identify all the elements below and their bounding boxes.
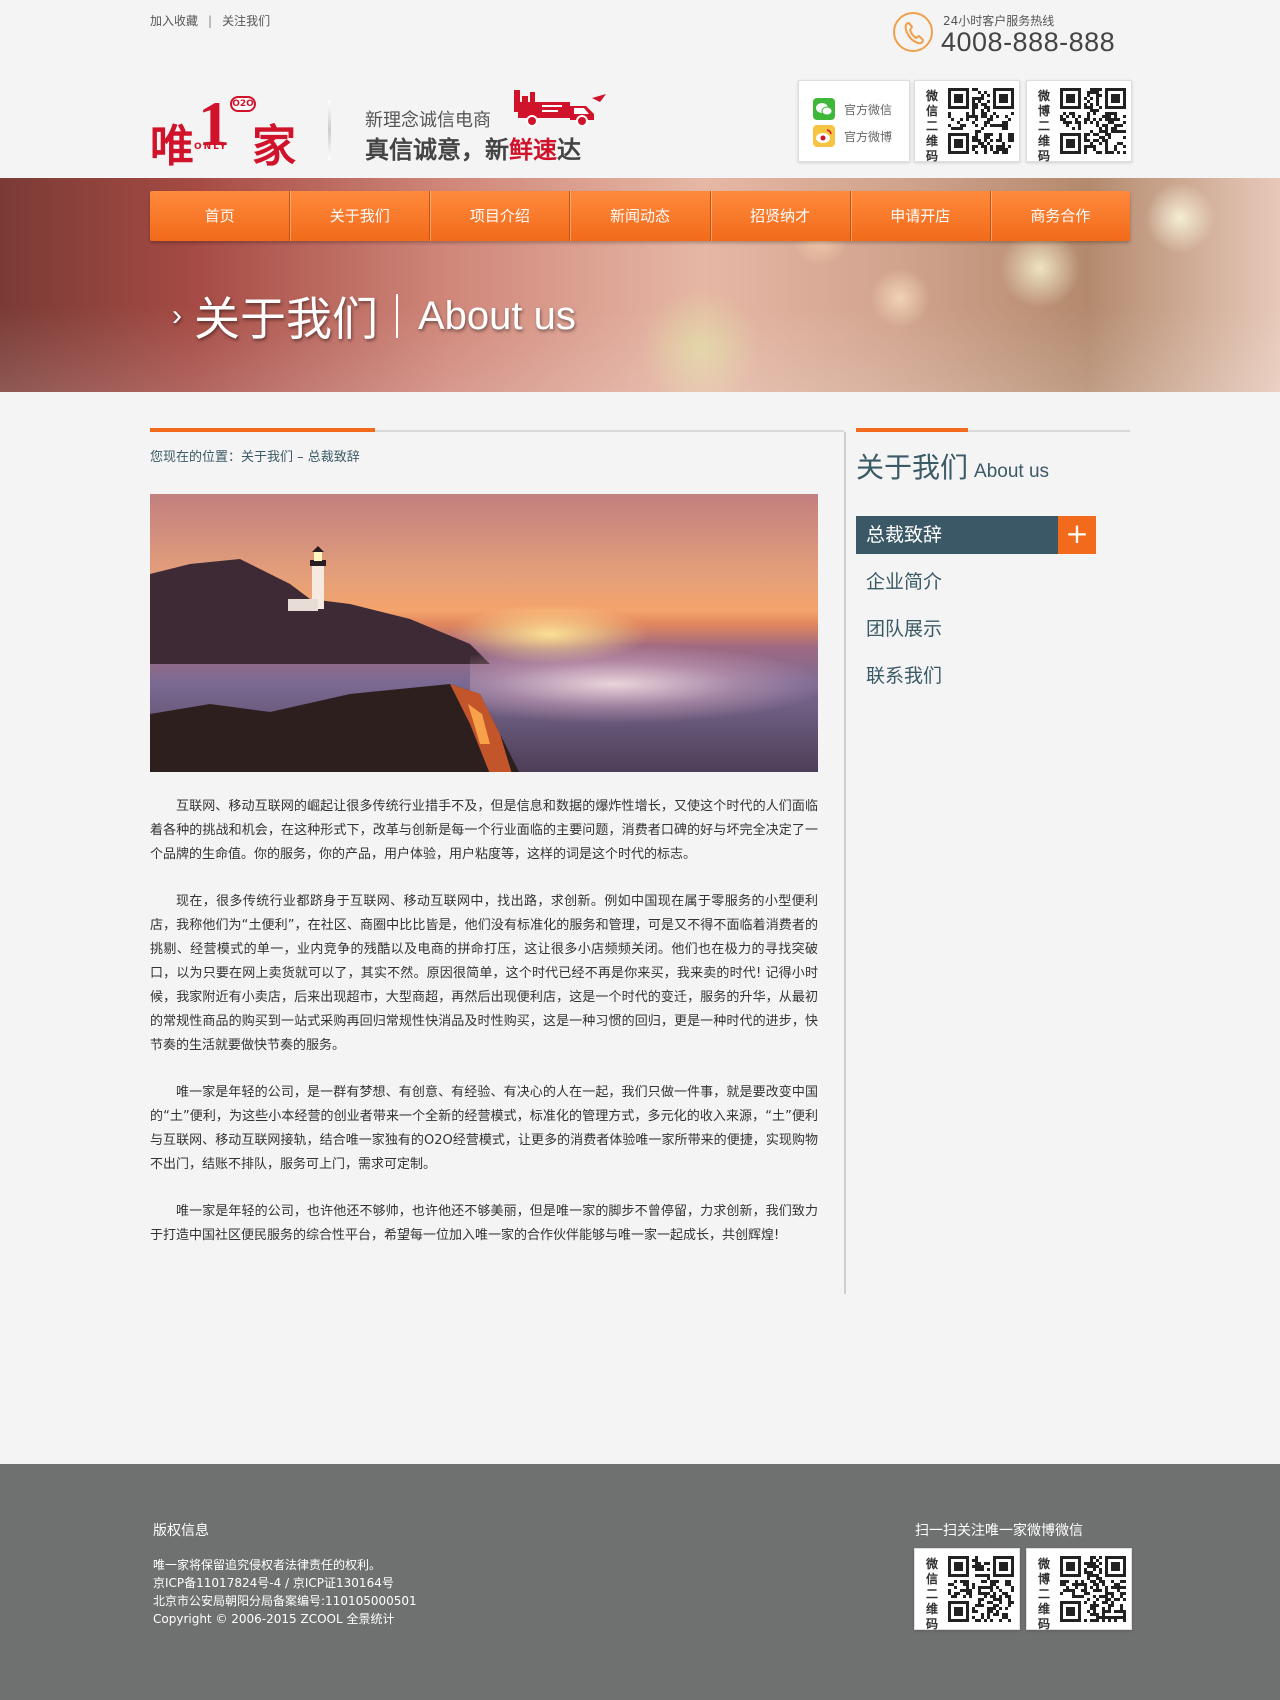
chevron-right-icon: › [172,299,182,332]
official-social-box: 官方微信 官方微博 [798,80,910,162]
nav-item-about[interactable]: 关于我们 [290,191,431,241]
sidebar-item-ceo-message[interactable]: 总裁致辞 + [856,516,1096,554]
header-weibo-qr-label: 微博二维码 [1037,89,1050,163]
article-paragraph: 互联网、移动互联网的崛起让很多传统行业措手不及，但是信息和数据的爆炸性增长，又使… [150,799,818,862]
logo-only-text: ONLY [194,142,229,152]
breadcrumb-dash: – [293,450,308,465]
logo-char-jia: 家 [252,121,296,172]
official-wechat-label: 官方微信 [844,102,893,117]
article-paragraph: 唯一家是年轻的公司，是一群有梦想、有创意、有经验、有决心的人在一起，我们只做一件… [150,1085,818,1172]
footer-wechat-qr-label: 微信二维码 [925,1557,938,1631]
banner-title: › 关于我们 About us [172,283,576,349]
nav-item-home[interactable]: 首页 [150,191,291,241]
add-favorite-link[interactable]: 加入收藏 [150,14,198,28]
nav-item-news[interactable]: 新闻动态 [570,191,711,241]
hotline-number: 4008-888-888 [941,27,1116,57]
article-body: 互联网、移动互联网的崛起让很多传统行业措手不及，但是信息和数据的爆炸性增长，又使… [150,795,818,1271]
top-links: 加入收藏 | 关注我们 [150,12,270,29]
slogan-main-suffix: 达 [557,136,581,164]
column-divider [844,432,846,1294]
article-paragraph: 现在，很多传统行业都跻身于互联网、移动互联网中，找出路，求创新。例如中国现在属于… [150,894,818,1053]
lighthouse-sunset-image [150,494,818,772]
sidebar-title-en: About us [974,461,1050,482]
footer-line: Copyright © 2006-2015 ZCOOL 全景统计 [153,1612,395,1626]
article-paragraph: 唯一家是年轻的公司，也许他还不够帅，也许他还不够美丽，但是唯一家的脚步不曾停留，… [150,1204,818,1243]
banner-title-en: About us [418,293,576,338]
slogan-main-prefix: 真信诚意，新 [365,136,509,164]
service-hotline: 24小时客户服务热线 4008-888-888 [893,12,1133,58]
sidebar-item-label: 企业简介 [866,571,943,593]
footer-weibo-qr-label: 微博二维码 [1037,1557,1050,1631]
breadcrumb-current-page: 总裁致辞 [307,450,360,465]
footer-weibo-qr-card: 微博二维码 [1026,1548,1132,1631]
footer-copyright-title: 版权信息 [153,1523,209,1539]
sidebar-top-rule [856,428,1130,432]
footer-copyright-lines: 唯一家将保留追究侵权者法律责任的权利。 京ICP备11017824号-4 / 京… [153,1556,417,1628]
sidebar-item-label: 总裁致辞 [866,524,943,546]
main-top-rule-accent [150,428,375,432]
qr-code-icon [948,1556,1014,1622]
footer-line: 唯一家将保留追究侵权者法律责任的权利。 [153,1558,382,1572]
official-wechat-link[interactable]: 官方微信 [813,98,892,120]
slogan-main-highlight: 鲜速 [509,136,557,164]
official-weibo-label: 官方微博 [844,129,893,144]
main-top-rule [150,428,844,432]
sidebar-item-contact[interactable]: 联系我们 [856,657,1096,695]
sidebar-title: 关于我们 About us [856,446,1049,486]
plus-icon[interactable]: + [1058,516,1096,554]
sidebar-item-company-profile[interactable]: 企业简介 [856,563,1096,601]
breadcrumb: 您现在的位置：关于我们 – 总裁致辞 [150,446,360,465]
sidebar-title-cn: 关于我们 [856,451,969,484]
sidebar-top-rule-accent [856,428,968,432]
site-logo[interactable]: 唯 1 O2O ONLY 家 [150,92,310,173]
phone-icon [893,12,933,52]
nav-item-cooperation[interactable]: 商务合作 [991,191,1130,241]
breadcrumb-section-link[interactable]: 关于我们 [241,450,293,465]
truck-icon [508,88,608,130]
main-navigation: 首页 关于我们 项目介绍 新闻动态 招贤纳才 申请开店 商务合作 [150,191,1130,241]
nav-item-careers[interactable]: 招贤纳才 [711,191,851,241]
footer-line: 北京市公安局朝阳分局备案编号:110105000501 [153,1594,417,1608]
footer-line: 京ICP备11017824号-4 / 京ICP证130164号 [153,1576,394,1590]
banner-title-divider [396,294,398,338]
weibo-icon [813,125,835,147]
header-wechat-qr-label: 微信二维码 [925,89,938,163]
banner-title-cn: 关于我们 [194,292,378,346]
footer-wechat-qr-card: 微信二维码 [914,1548,1020,1631]
slogan-subtitle: 新理念诚信电商 [365,110,491,131]
sidebar-item-team[interactable]: 团队展示 [856,610,1096,648]
sidebar-item-label: 联系我们 [866,665,943,687]
qr-code-icon [1060,88,1126,154]
site-footer: 版权信息 唯一家将保留追究侵权者法律责任的权利。 京ICP备11017824号-… [0,1464,1280,1700]
sidebar-menu: 总裁致辞 + 企业简介 团队展示 联系我们 [856,516,1096,704]
footer-scan-text: 扫一扫关注唯一家微博微信 [915,1523,1083,1539]
logo-divider [328,100,331,160]
follow-us-link[interactable]: 关注我们 [222,14,270,28]
top-links-separator: | [208,14,213,28]
breadcrumb-prefix: 您现在的位置： [150,450,242,465]
header-wechat-qr-card: 微信二维码 [914,80,1020,163]
wechat-icon [813,98,835,120]
official-weibo-link[interactable]: 官方微博 [813,125,892,147]
qr-code-icon [948,88,1014,154]
slogan-main: 真信诚意，新鲜速达 [365,130,581,165]
logo-char-wei: 唯 [150,121,194,172]
sidebar-item-label: 团队展示 [866,618,943,640]
header-weibo-qr-card: 微博二维码 [1026,80,1132,163]
qr-code-icon [1060,1556,1126,1622]
nav-item-open-store[interactable]: 申请开店 [851,191,991,241]
nav-item-projects[interactable]: 项目介绍 [430,191,571,241]
image-foreground-rock [150,684,519,772]
